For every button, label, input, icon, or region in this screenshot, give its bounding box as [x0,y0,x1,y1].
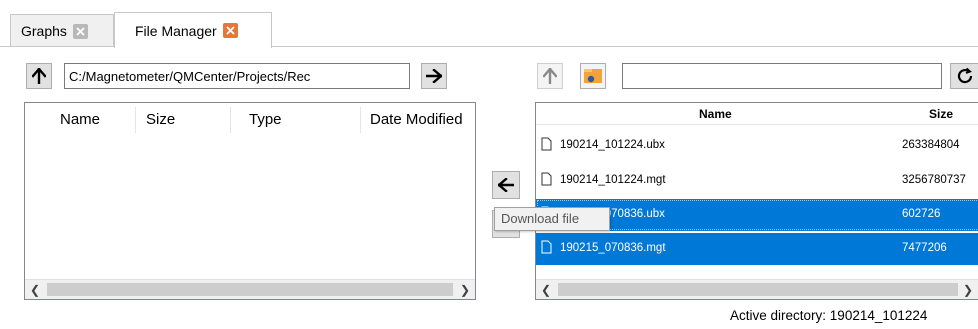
tab-graphs-label: Graphs [21,23,67,39]
local-file-list[interactable]: Name Size Type Date Modified ❮ ❯ [24,102,476,300]
refresh-button[interactable] [950,63,978,89]
file-size: 602726 [902,208,941,220]
column-name[interactable]: Name [60,111,100,128]
file-size: 3256780737 [902,174,966,186]
arrow-right-icon [426,69,442,83]
column-date-modified[interactable]: Date Modified [370,111,463,128]
file-icon [541,172,552,186]
local-list-header: Name Size Type Date Modified [25,103,475,135]
tab-bar: Graphs File Manager [0,0,978,48]
scroll-left-arrow-icon[interactable]: ❮ [25,280,45,299]
active-directory-status: Active directory: 190214_101224 [730,308,927,323]
left-go-button[interactable] [421,63,447,89]
column-size[interactable]: Size [146,111,175,128]
file-icon [541,240,552,254]
column-size[interactable]: Size [929,107,953,121]
remote-folder-button[interactable] [580,63,606,89]
arrow-up-icon [32,68,46,84]
active-directory-value: 190214_101224 [829,308,928,323]
remote-up-button[interactable] [537,63,563,89]
local-horizontal-scrollbar[interactable]: ❮ ❯ [25,279,475,299]
scroll-thumb[interactable] [47,283,453,296]
arrow-left-icon [498,178,514,192]
tab-file-manager[interactable]: File Manager [114,12,272,48]
tab-graphs[interactable]: Graphs [10,14,114,47]
download-button[interactable] [492,171,520,199]
file-size: 7477206 [902,242,947,254]
left-up-button[interactable] [26,63,52,89]
file-name: 190215_070836.mgt [560,242,666,254]
arrow-up-icon [543,68,557,84]
remote-file-list[interactable]: Name Size 190214_101224.ubx 263384804 19… [535,102,978,300]
scroll-right-arrow-icon[interactable]: ❯ [958,280,978,299]
file-name: 190214_101224.ubx [560,139,665,151]
download-tooltip: Download file [494,207,610,231]
file-icon [541,137,552,151]
list-item[interactable]: 190215_070836.mgt 7477206 [536,233,978,265]
folder-icon [584,69,602,83]
list-item[interactable]: 190214_101224.mgt 3256780737 [536,165,978,197]
file-name: 190214_101224.mgt [560,174,666,186]
scroll-thumb[interactable] [558,283,958,296]
column-name[interactable]: Name [699,107,732,121]
remote-path-input[interactable] [622,63,942,89]
active-directory-label: Active directory: [730,308,827,323]
tab-file-manager-label: File Manager [135,22,217,39]
refresh-icon [957,67,972,84]
remote-list-header: Name Size [536,103,978,125]
list-item[interactable]: 190214_101224.ubx 263384804 [536,130,978,162]
close-icon[interactable] [72,23,88,39]
close-icon[interactable] [222,23,238,38]
scroll-right-arrow-icon[interactable]: ❯ [455,280,475,299]
file-size: 263384804 [902,139,960,151]
scroll-left-arrow-icon[interactable]: ❮ [536,280,556,299]
left-path-input[interactable] [64,63,410,89]
remote-horizontal-scrollbar[interactable]: ❮ ❯ [536,279,978,299]
column-type[interactable]: Type [249,111,282,128]
